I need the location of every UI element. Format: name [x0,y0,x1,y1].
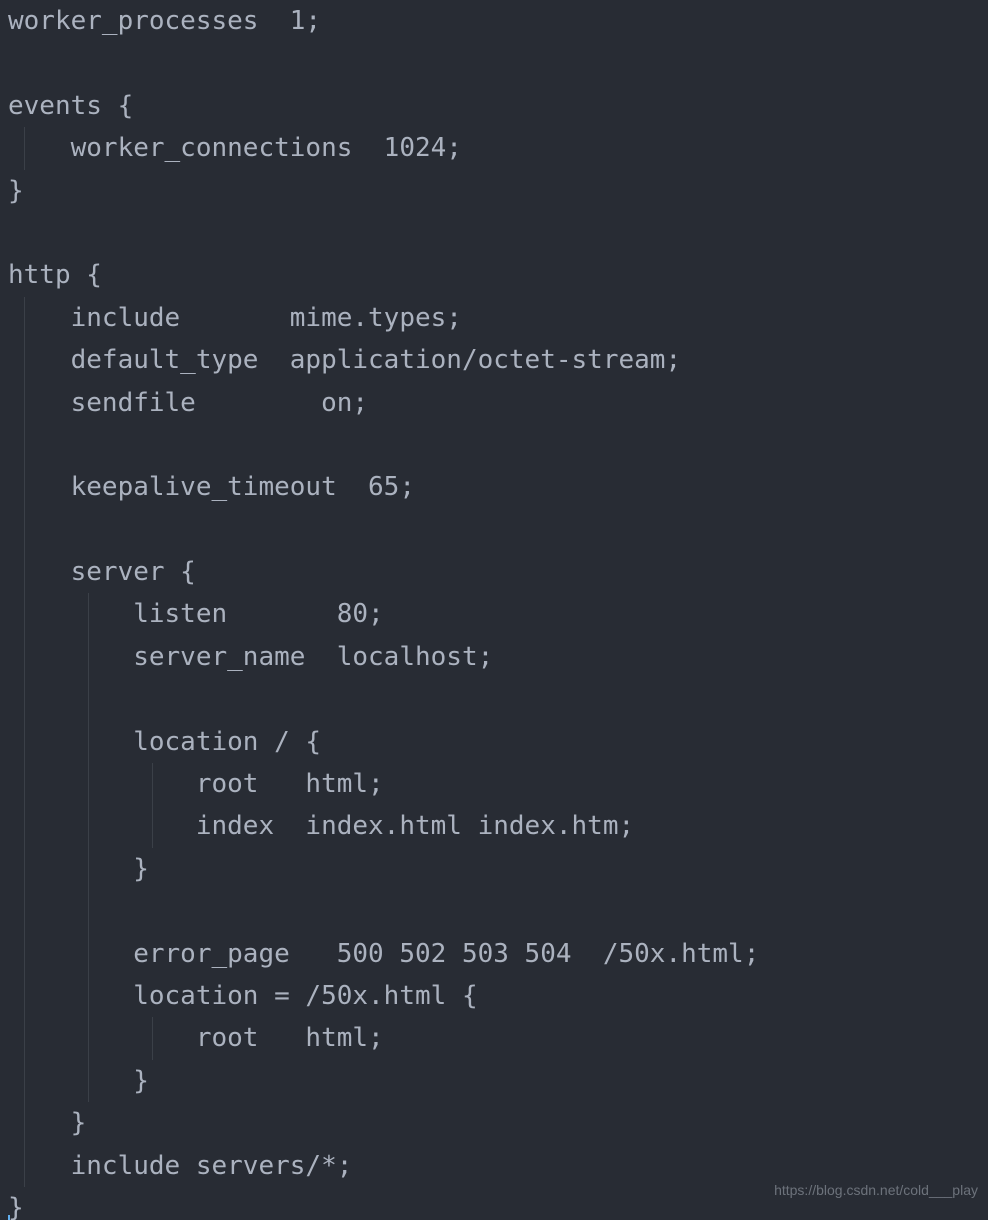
code-line: root html; [8,763,988,805]
code-line: } [8,170,988,212]
code-line: include servers/*; [8,1145,988,1187]
indent-guide [24,763,25,805]
nginx-config-code-block[interactable]: worker_processes 1; events { worker_conn… [0,0,988,1220]
indent-guide [24,424,25,466]
indent-guide [24,975,25,1017]
indent-guide [88,636,89,678]
indent-guide [88,763,89,805]
indent-guide [24,636,25,678]
indent-guide [88,805,89,847]
indent-guide [24,382,25,424]
code-line: keepalive_timeout 65; [8,466,988,508]
code-line: worker_processes 1; [8,0,988,42]
indent-guide [24,890,25,932]
indent-guide [24,1017,25,1059]
code-line: server { [8,551,988,593]
indent-guide [24,1102,25,1144]
indent-guide [24,721,25,763]
indent-guide [152,1017,153,1059]
code-line [8,42,988,84]
indent-guide [24,1060,25,1102]
indent-guide [152,805,153,847]
code-line: } [8,848,988,890]
code-line [8,678,988,720]
code-line [8,890,988,932]
indent-guide [88,933,89,975]
code-line [8,509,988,551]
text-cursor [8,1215,10,1220]
code-line: } [8,1060,988,1102]
indent-guide [24,848,25,890]
indent-guide [88,848,89,890]
indent-guide [24,1145,25,1187]
indent-guide [24,466,25,508]
code-line: location = /50x.html { [8,975,988,1017]
code-line: error_page 500 502 503 504 /50x.html; [8,933,988,975]
code-line: http { [8,254,988,296]
indent-guide [88,975,89,1017]
code-line: worker_connections 1024; [8,127,988,169]
code-line [8,212,988,254]
code-line: location / { [8,721,988,763]
indent-guide [88,1017,89,1059]
code-line: } [8,1102,988,1144]
indent-guide [24,678,25,720]
watermark-text: https://blog.csdn.net/cold___play [774,1182,978,1198]
code-line: sendfile on; [8,382,988,424]
code-line: root html; [8,1017,988,1059]
indent-guide [24,509,25,551]
indent-guide [24,593,25,635]
code-line: default_type application/octet-stream; [8,339,988,381]
code-line: index index.html index.htm; [8,805,988,847]
code-line: events { [8,85,988,127]
indent-guide [24,551,25,593]
indent-guide [24,933,25,975]
code-line: include mime.types; [8,297,988,339]
indent-guide [24,339,25,381]
indent-guide [88,678,89,720]
indent-guide [88,1060,89,1102]
indent-guide [24,805,25,847]
indent-guide [88,721,89,763]
indent-guide [24,127,25,169]
indent-guide [24,297,25,339]
indent-guide [88,593,89,635]
code-line: server_name localhost; [8,636,988,678]
code-line: listen 80; [8,593,988,635]
indent-guide [152,763,153,805]
indent-guide [88,890,89,932]
code-line [8,424,988,466]
